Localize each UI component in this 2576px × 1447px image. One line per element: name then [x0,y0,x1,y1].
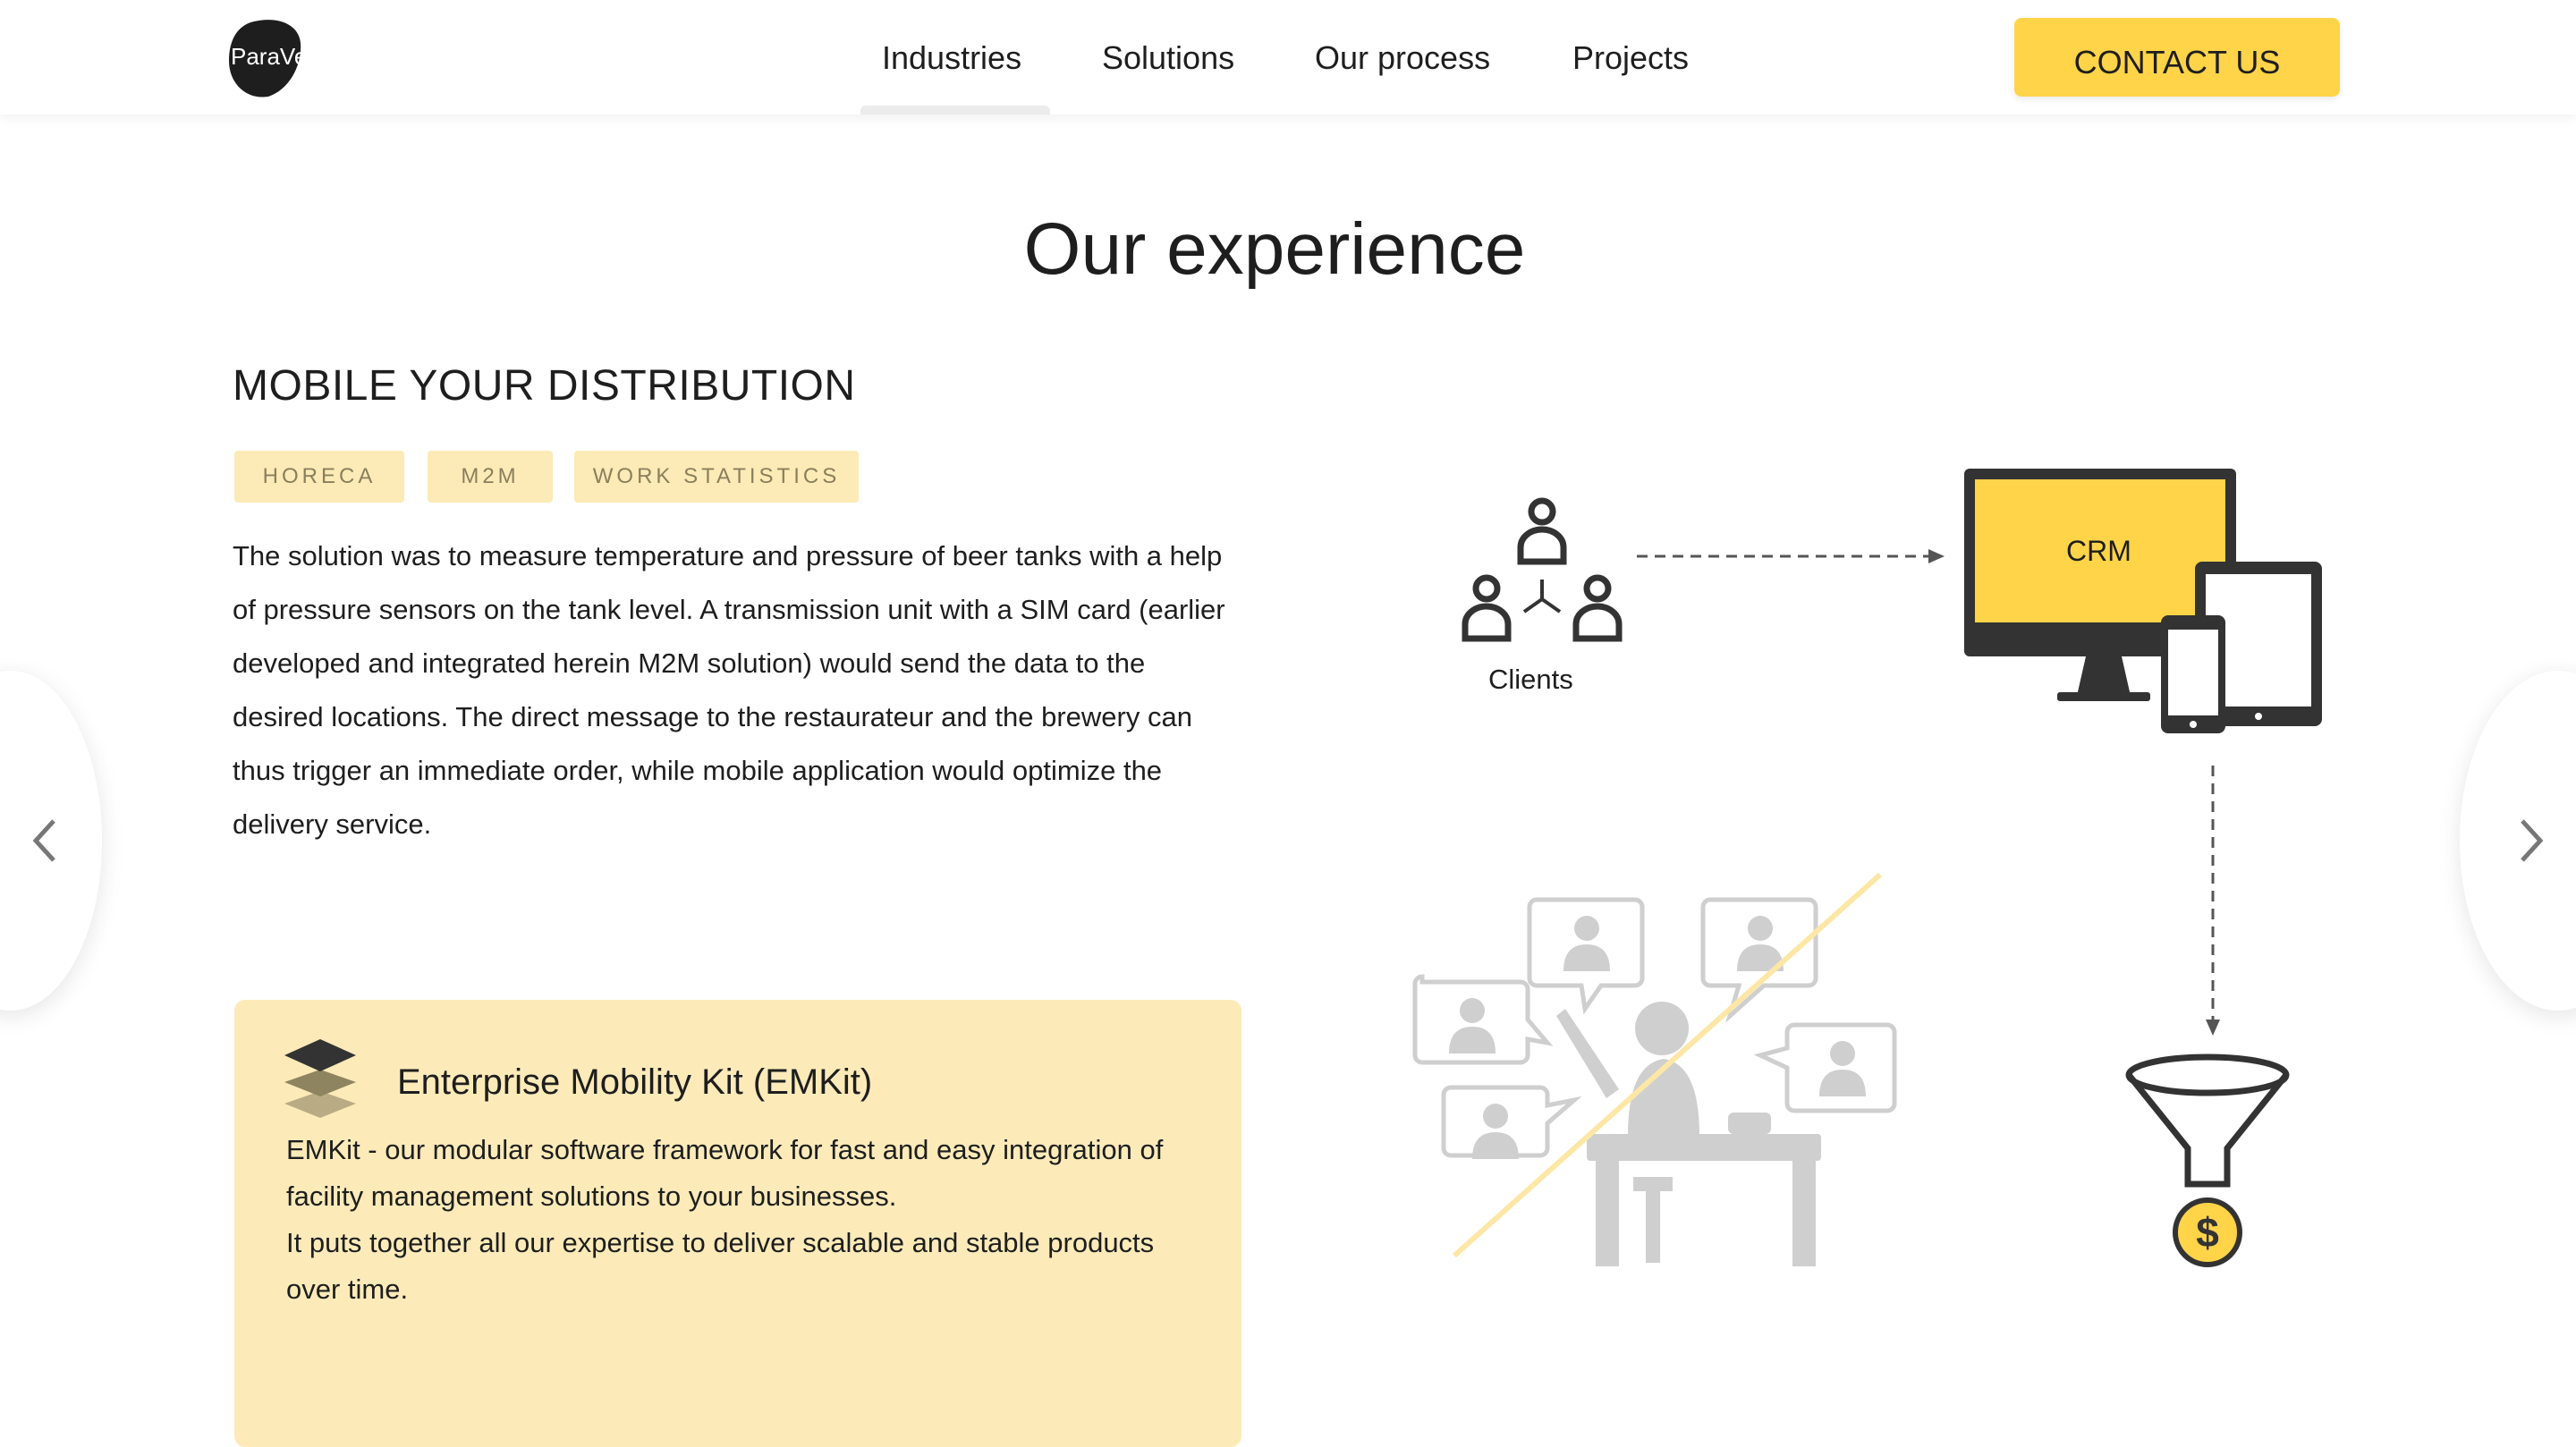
nav-solutions[interactable]: Solutions [1102,39,1234,77]
chevron-left-icon [32,819,55,862]
crm-label: CRM [2066,535,2131,567]
chevron-right-icon [2521,819,2544,862]
logo-icon: ParaVect [229,20,326,97]
emkit-description: EMKit - our modular software framework f… [286,1127,1208,1313]
emkit-title: Enterprise Mobility Kit (EMKit) [397,1062,873,1102]
carousel-next-button[interactable] [2460,671,2576,1011]
emkit-line-1: EMKit - our modular software framework f… [286,1134,1164,1212]
layers-icon [284,1039,356,1118]
logo-text: ParaVect [231,43,326,70]
phone-icon [2161,615,2225,733]
page-title: Our experience [1023,208,1526,290]
tablet-icon [2195,562,2322,726]
nav-active-indicator [860,106,1050,114]
funnel-icon [2125,1054,2290,1188]
dollar-coin-icon: $ [2173,1197,2242,1267]
emkit-card: Enterprise Mobility Kit (EMKit) EMKit - … [234,1000,1241,1447]
project-title: MOBILE YOUR DISTRIBUTION [233,362,856,410]
call-center-illustration [1412,872,1897,1266]
contact-us-button[interactable]: CONTACT US [2014,18,2340,97]
clients-icon [1462,497,1623,642]
nav-projects[interactable]: Projects [1572,39,1689,77]
clients-label: Clients [1488,664,1573,695]
site-header: ParaVect Industries Solutions Our proces… [0,0,2576,114]
svg-text:$: $ [2196,1209,2219,1256]
tag-m2m[interactable]: M2M [428,451,553,503]
project-description: The solution was to measure temperature … [233,540,1225,840]
logo[interactable]: ParaVect [227,18,343,98]
nav-industries[interactable]: Industries [882,39,1021,77]
crm-monitor-icon [1964,469,2236,701]
nav-our-process[interactable]: Our process [1315,39,1490,77]
emkit-line-2: It puts together all our expertise to de… [286,1227,1155,1305]
arrow-crm-to-funnel [2206,766,2220,1036]
tag-horeca[interactable]: HORECA [234,451,404,503]
carousel-prev-button[interactable] [0,671,102,1011]
arrow-clients-to-crm [1637,549,1945,563]
tag-work-statistics[interactable]: WORK STATISTICS [574,451,859,503]
